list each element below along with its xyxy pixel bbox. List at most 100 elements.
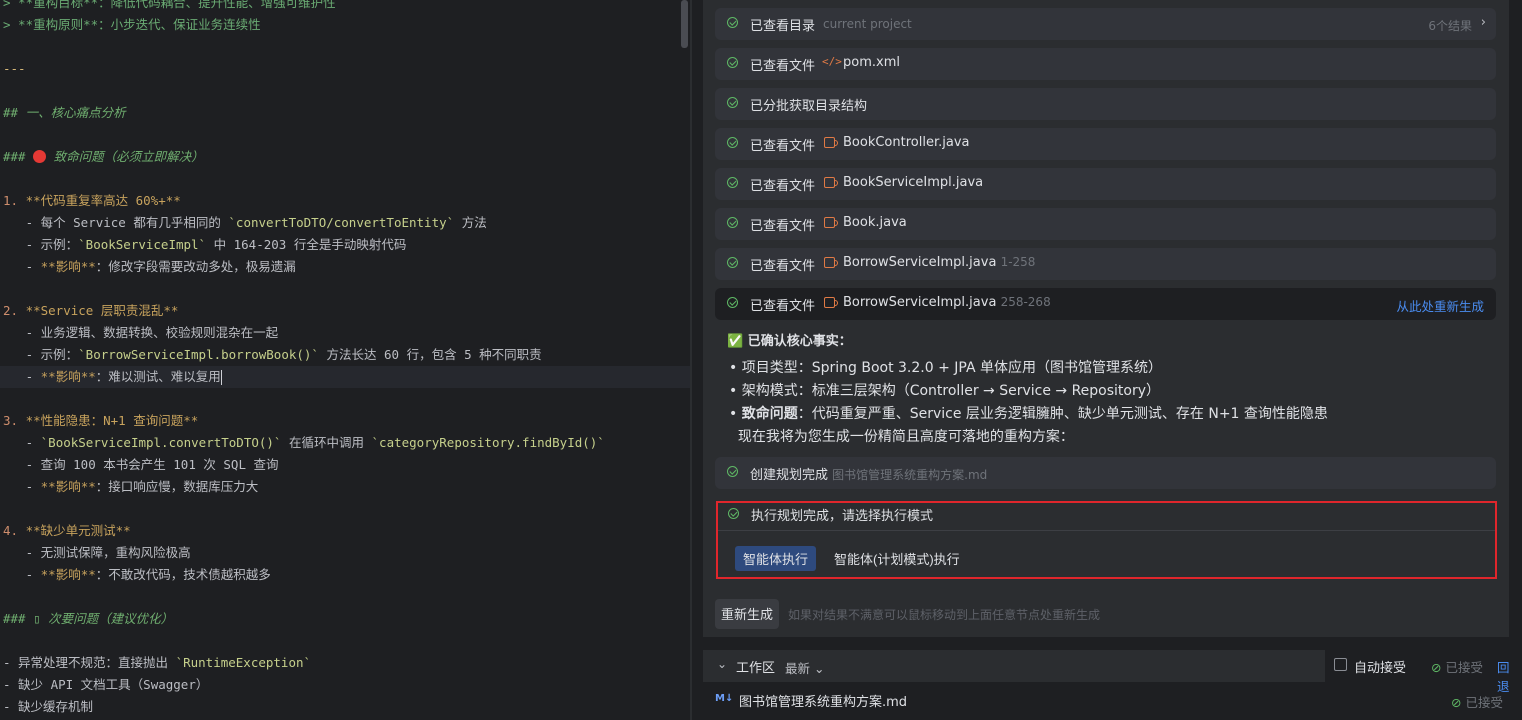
editor-line[interactable]: > **重构原则**：小步迭代、保证业务连续性: [0, 14, 690, 36]
editor-line[interactable]: - **影响**：不敢改代码，技术债越积越多: [0, 564, 690, 586]
editor-text: 方法长达 60 行，包含 5 种不同职责: [318, 347, 542, 362]
editor-line[interactable]: - 查询 100 本书会产生 101 次 SQL 查询: [0, 454, 690, 476]
editor-line[interactable]: > **重构目标**：降低代码耦合、提升性能、增强可维护性: [0, 0, 690, 14]
regenerate-button[interactable]: 重新生成: [715, 599, 779, 629]
editor-text: **Service 层职责混乱**: [25, 303, 179, 318]
step-file-name[interactable]: BorrowServiceImpl.java: [843, 255, 996, 270]
editor-line[interactable]: ### 致命问题（必须立即解决）: [0, 146, 690, 168]
editor-text: 4.: [3, 523, 26, 538]
step-label: 已分批获取目录结构: [750, 99, 868, 114]
accepted-icon: ⊘: [1451, 695, 1462, 710]
workspace-file-name[interactable]: 图书馆管理系统重构方案.md: [739, 691, 907, 710]
chevron-down-icon[interactable]: ⌄: [717, 657, 727, 671]
editor-line[interactable]: 3. **性能隐患：N+1 查询问题**: [0, 410, 690, 432]
editor-line[interactable]: - 示例：`BookServiceImpl` 中 164-203 行全是手动映射…: [0, 234, 690, 256]
editor-text: - 缺少 API 文档工具（Swagger）: [3, 677, 209, 692]
step-file-name[interactable]: BookController.java: [843, 135, 969, 150]
step-item[interactable]: 已查看文件 Book.java: [715, 208, 1496, 240]
editor-text: `BookServiceImpl`: [78, 237, 207, 252]
chevron-right-icon[interactable]: ›: [1481, 15, 1486, 30]
step-item[interactable]: 已查看文件 BookController.java: [715, 128, 1496, 160]
step-item[interactable]: 已查看文件 BookServiceImpl.java: [715, 168, 1496, 200]
result-count: 6个结果: [1428, 19, 1472, 33]
check-icon: [727, 297, 738, 308]
java-file-icon: [824, 297, 838, 308]
agent-execute-button[interactable]: 智能体执行: [735, 546, 817, 571]
editor-line[interactable]: - `BookServiceImpl.convertToDTO()` 在循环中调…: [0, 432, 690, 454]
step-extra: current project: [823, 17, 912, 31]
line-range: 258-268: [1000, 295, 1051, 309]
step-file-name[interactable]: BookServiceImpl.java: [843, 175, 983, 190]
check-icon: [728, 508, 739, 519]
editor-line[interactable]: - 缺少 API 文档工具（Swagger）: [0, 674, 690, 696]
fact-item: • 架构模式：标准三层架构（Controller → Service → Rep…: [729, 380, 1160, 400]
editor-text: ：修改字段需要改动多处，极易遗漏: [95, 259, 296, 274]
editor-line[interactable]: [0, 630, 690, 652]
fact-text: 现在我将为您生成一份精简且高度可落地的重构方案：: [729, 429, 1074, 445]
editor-line[interactable]: [0, 36, 690, 58]
exec-mode-selector: 执行规划完成，请选择执行模式 智能体执行 智能体(计划模式)执行: [716, 501, 1497, 579]
step-item[interactable]: 已查看目录 current project 6个结果 ›: [715, 8, 1496, 40]
editor-line[interactable]: [0, 168, 690, 190]
editor-line[interactable]: - 无测试保障，重构风险极高: [0, 542, 690, 564]
java-file-icon: [824, 257, 838, 268]
check-icon: [727, 137, 738, 148]
step-file-name[interactable]: Book.java: [843, 215, 907, 230]
step-item[interactable]: 已查看文件 BorrowServiceImpl.java 258-268 从此处重新…: [715, 288, 1496, 320]
step-item[interactable]: 已分批获取目录结构: [715, 88, 1496, 120]
editor-text: **性能隐患：N+1 查询问题**: [25, 413, 199, 428]
editor-line[interactable]: [0, 498, 690, 520]
editor-line[interactable]: - 每个 Service 都有几乎相同的 `convertToDTO/conve…: [0, 212, 690, 234]
step-label: 已查看目录: [750, 19, 816, 34]
editor-text: **缺少单元测试**: [25, 523, 131, 538]
markdown-file-icon: M↓: [715, 693, 734, 704]
editor-line[interactable]: ---: [0, 58, 690, 80]
editor-text: - 示例：: [3, 237, 79, 252]
editor-text: ### ▯ 次要问题（建议优化）: [3, 611, 174, 626]
fact-item: • 致命问题：代码重复严重、Service 层业务逻辑臃肿、缺少单元测试、存在 …: [729, 403, 1328, 423]
editor-line[interactable]: - **影响**：修改字段需要改动多处，极易遗漏: [0, 256, 690, 278]
check-icon: [727, 217, 738, 228]
editor-line[interactable]: ### ▯ 次要问题（建议优化）: [0, 608, 690, 630]
editor-line[interactable]: - 示例：`BorrowServiceImpl.borrowBook()` 方法…: [0, 344, 690, 366]
auto-accept-checkbox[interactable]: [1334, 658, 1347, 671]
agent-plan-mode-execute-button[interactable]: 智能体(计划模式)执行: [834, 546, 960, 571]
editor-line[interactable]: ## 一、核心痛点分析: [0, 102, 690, 124]
step-plan-created[interactable]: 创建规划完成 图书馆管理系统重构方案.md: [715, 457, 1496, 489]
step-label: 已查看文件: [750, 219, 816, 234]
editor-scrollbar[interactable]: [681, 0, 688, 48]
editor-line[interactable]: [0, 388, 690, 410]
editor-line[interactable]: 4. **缺少单元测试**: [0, 520, 690, 542]
editor-text: -: [3, 479, 41, 494]
editor-line[interactable]: - **影响**：难以测试、难以复用: [0, 366, 690, 388]
editor-line[interactable]: 2. **Service 层职责混乱**: [0, 300, 690, 322]
regenerate-bar: 重新生成 如果对结果不满意可以鼠标移动到上面任意节点处重新生成: [703, 591, 1509, 637]
step-item[interactable]: 已查看文件 </> pom.xml: [715, 48, 1496, 80]
editor-line[interactable]: 1. **代码重复率高达 60%+**: [0, 190, 690, 212]
step-file-name[interactable]: BorrowServiceImpl.java: [843, 295, 996, 310]
workspace-file-item[interactable]: M↓ 图书馆管理系统重构方案.md ⊘ 已接受: [703, 683, 1509, 717]
regenerate-from-here-link[interactable]: 从此处重新生成: [1396, 296, 1484, 315]
step-item[interactable]: 已查看文件 BorrowServiceImpl.java 1-258: [715, 248, 1496, 280]
editor-line[interactable]: - 业务逻辑、数据转换、校验规则混杂在一起: [0, 322, 690, 344]
check-icon: [727, 257, 738, 268]
latest-dropdown[interactable]: 最新 ⌄: [785, 658, 824, 677]
markdown-editor[interactable]: > **重构目标**：降低代码耦合、提升性能、增强可维护性 > **重构原则**：…: [0, 0, 690, 720]
auto-accept-label[interactable]: 自动接受: [1354, 657, 1406, 676]
editor-line[interactable]: - **影响**：接口响应慢，数据库压力大: [0, 476, 690, 498]
fact-bold: 致命问题: [741, 406, 798, 422]
editor-text: ：不敢改代码，技术债越积越多: [95, 567, 271, 582]
editor-text: 方法: [454, 215, 487, 230]
editor-text: 中 164-203 行全是手动映射代码: [206, 237, 407, 252]
editor-line[interactable]: [0, 80, 690, 102]
editor-line[interactable]: [0, 124, 690, 146]
step-file-name[interactable]: pom.xml: [843, 55, 900, 70]
editor-line[interactable]: - 缺少缓存机制: [0, 696, 690, 718]
editor-line[interactable]: - 异常处理不规范：直接抛出 `RuntimeException`: [0, 652, 690, 674]
editor-line[interactable]: [0, 278, 690, 300]
workspace-header[interactable]: ⌄ 工作区 最新 ⌄ 自动接受 ⊘ 已接受 回退: [703, 648, 1510, 694]
check-icon: [727, 97, 738, 108]
divider: [718, 530, 1495, 531]
editor-line[interactable]: [0, 586, 690, 608]
accepted-icon: ⊘: [1431, 660, 1442, 675]
